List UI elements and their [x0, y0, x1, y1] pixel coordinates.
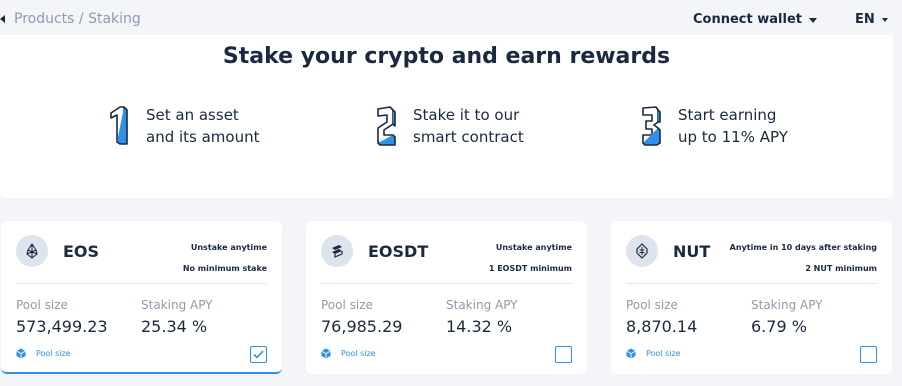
staking-apy-value: 6.79 % [751, 317, 807, 336]
connect-wallet-button[interactable]: Connect wallet [693, 12, 817, 27]
step-1-line-1: Set an asset [146, 106, 239, 124]
pool-size-link[interactable]: Pool size [626, 348, 681, 359]
checkmark-icon [253, 350, 264, 359]
pool-terms-line-1: Anytime in 10 days after staking [729, 243, 877, 252]
breadcrumb[interactable]: Products / Staking [0, 11, 141, 27]
step-2: Stake it to our smart contract [375, 104, 573, 148]
pool-size-link[interactable]: Pool size [16, 348, 71, 359]
pool-size-label: Pool size [16, 298, 68, 312]
chevron-down-icon [808, 17, 817, 23]
pool-card-eos[interactable]: EOS Unstake anytime No minimum stake Poo… [1, 221, 282, 374]
select-pool-checkbox[interactable] [555, 346, 572, 363]
step-2-line-2: smart contract [413, 128, 524, 146]
pool-terms-line-2: 2 NUT minimum [805, 264, 877, 273]
pool-card-nut[interactable]: NUT Anytime in 10 days after staking 2 N… [611, 221, 892, 374]
pool-size-link[interactable]: Pool size [321, 348, 376, 359]
pool-size-value: 76,985.29 [321, 317, 403, 336]
pool-card-eosdt[interactable]: EOSDT Unstake anytime 1 EOSDT minimum Po… [306, 221, 587, 374]
hero-panel: Stake your crypto and earn rewards Set a… [0, 35, 893, 198]
cube-icon [321, 348, 331, 359]
pool-size-label: Pool size [321, 298, 373, 312]
language-label: EN [855, 12, 875, 27]
step-3: Start earning up to 11% APY [640, 104, 838, 148]
pool-card-header: EOSDT Unstake anytime 1 EOSDT minimum [321, 221, 572, 284]
select-pool-checkbox[interactable] [250, 346, 267, 363]
staking-apy-label: Staking APY [751, 298, 823, 312]
pool-card-header: NUT Anytime in 10 days after staking 2 N… [626, 221, 877, 284]
step-1: Set an asset and its amount [108, 104, 306, 148]
connect-wallet-label: Connect wallet [693, 12, 802, 27]
pool-size-value: 8,870.14 [626, 317, 698, 336]
step-1-line-2: and its amount [146, 128, 260, 146]
pool-size-link-label: Pool size [646, 349, 681, 358]
step-2-line-1: Stake it to our [413, 106, 520, 124]
page-title: Stake your crypto and earn rewards [222, 44, 671, 69]
staking-apy-label: Staking APY [141, 298, 213, 312]
select-pool-checkbox[interactable] [860, 346, 877, 363]
pool-size-label: Pool size [626, 298, 678, 312]
language-selector[interactable]: EN [855, 12, 888, 27]
breadcrumb-text[interactable]: Products / Staking [14, 11, 141, 27]
pool-terms-line-2: No minimum stake [182, 264, 267, 273]
back-arrow-icon[interactable] [0, 15, 5, 23]
pool-terms: Unstake anytime 1 EOSDT minimum [489, 237, 572, 279]
staking-apy-value: 14.32 % [446, 317, 513, 336]
staking-apy-value: 25.34 % [141, 317, 208, 336]
pool-name: EOS [63, 242, 100, 261]
pool-size-value: 573,499.23 [16, 317, 108, 336]
eosdt-icon [321, 235, 353, 267]
nut-icon [626, 235, 658, 267]
pool-card-header: EOS Unstake anytime No minimum stake [16, 221, 267, 284]
pool-name: EOSDT [368, 242, 429, 261]
pool-terms: Anytime in 10 days after staking 2 NUT m… [730, 237, 877, 279]
step-3-line-1: Start earning [678, 106, 777, 124]
pool-terms-line-1: Unstake anytime [190, 243, 267, 252]
pool-terms: Unstake anytime No minimum stake [183, 237, 267, 279]
cube-icon [16, 348, 26, 359]
step-3-line-2: up to 11% APY [678, 128, 788, 146]
pool-terms-line-2: 1 EOSDT minimum [488, 264, 572, 273]
number-1-icon [110, 106, 128, 145]
pool-size-link-label: Pool size [36, 349, 71, 358]
staking-apy-label: Staking APY [446, 298, 518, 312]
pool-name: NUT [673, 242, 711, 261]
number-2-icon [377, 106, 396, 146]
pool-terms-line-1: Unstake anytime [495, 243, 572, 252]
cube-icon [626, 348, 636, 359]
number-3-icon [642, 106, 661, 146]
pool-size-link-label: Pool size [341, 349, 376, 358]
eos-icon [16, 235, 48, 267]
chevron-down-icon [881, 18, 888, 22]
